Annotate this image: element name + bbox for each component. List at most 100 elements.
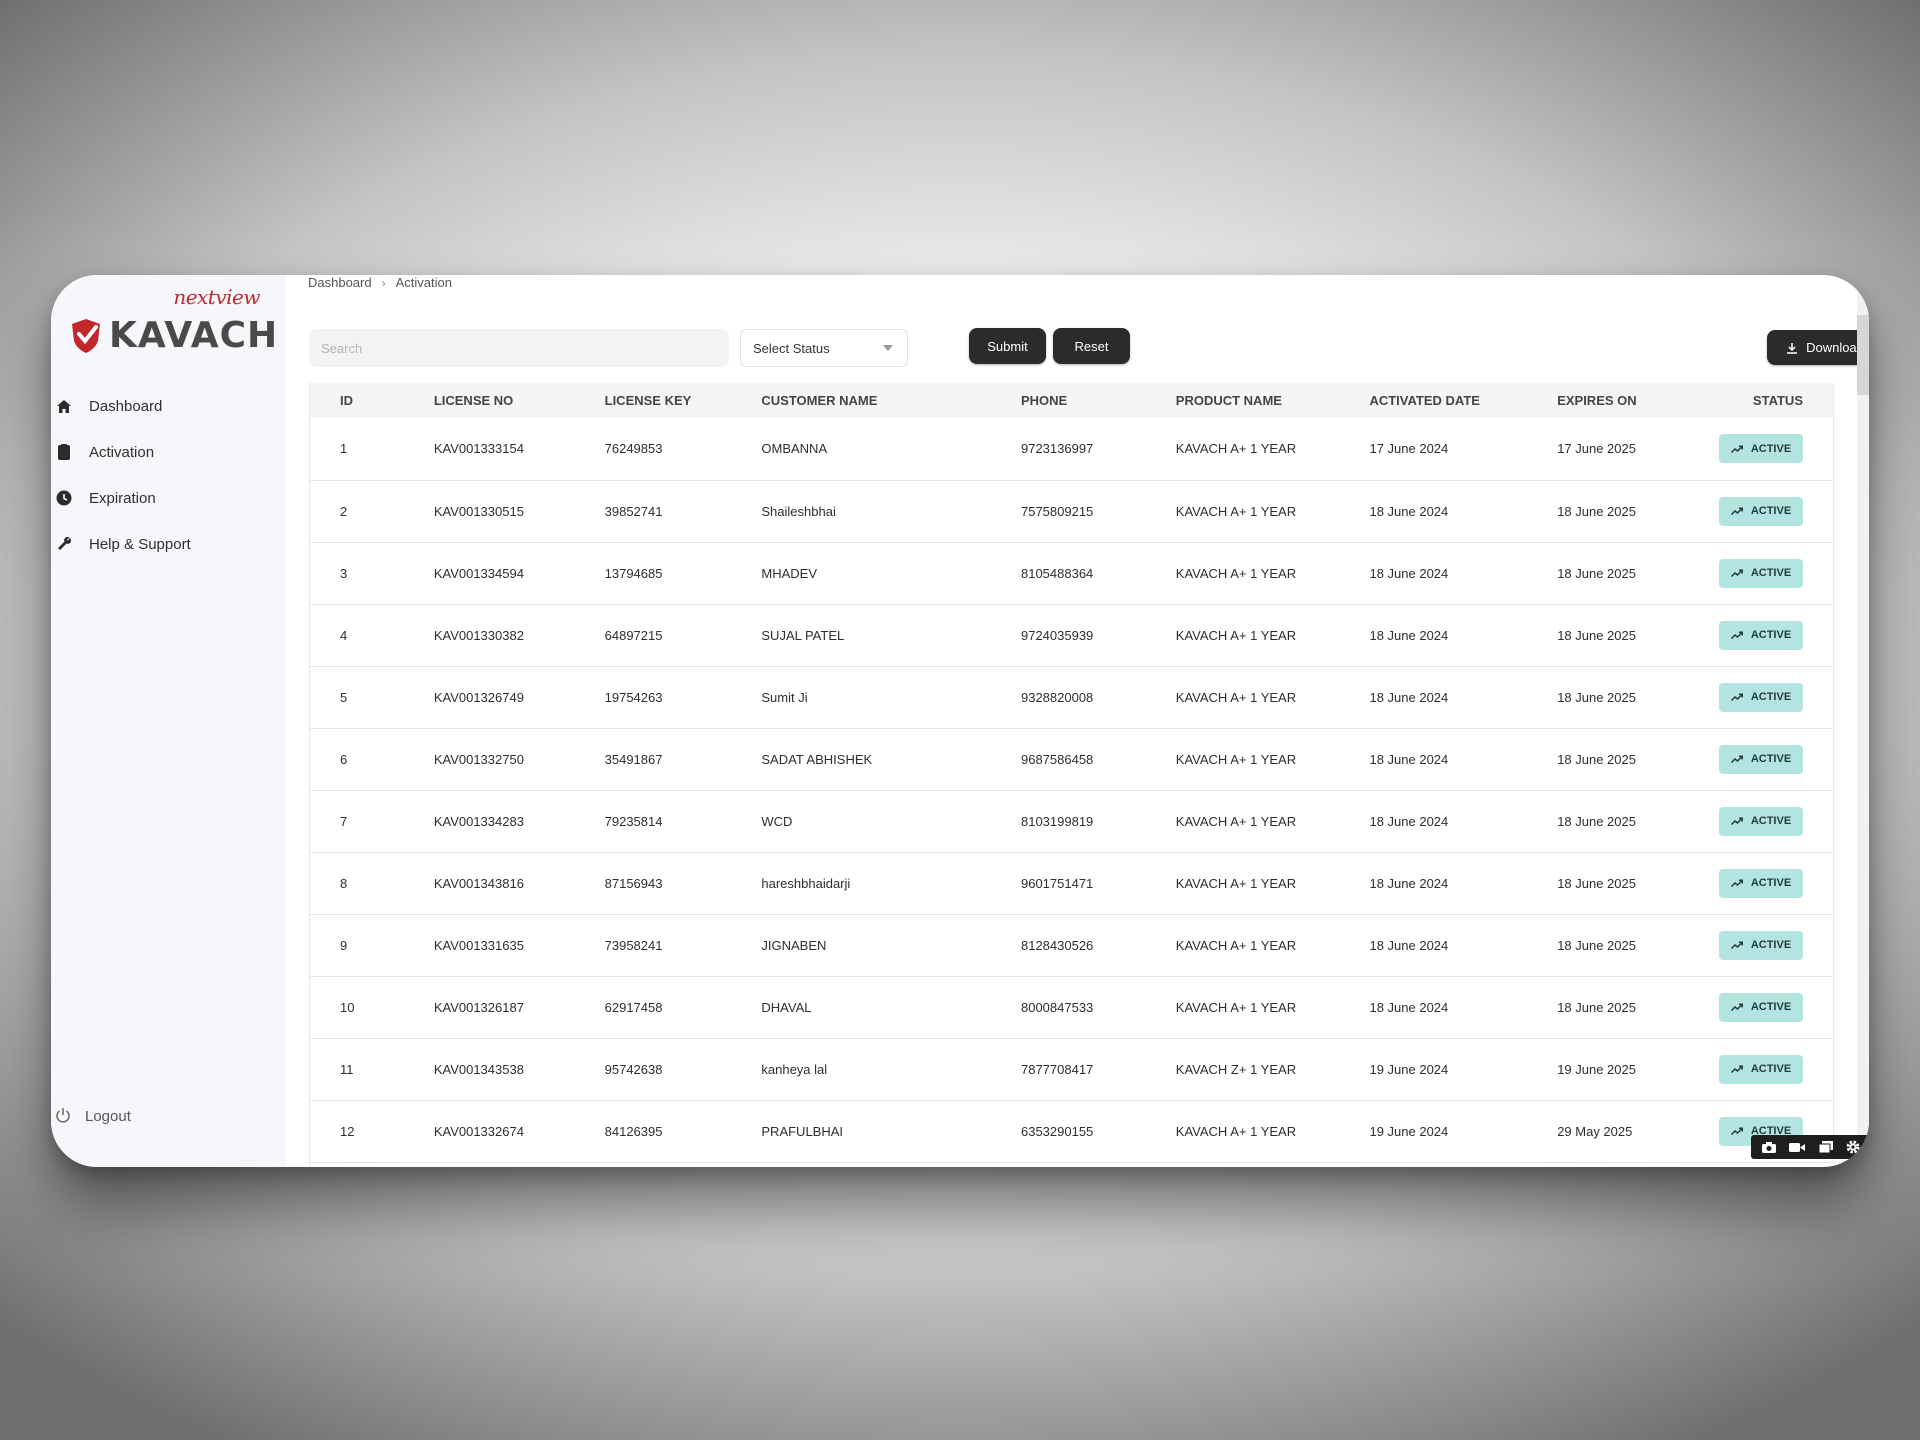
cell-license-no: KAV001330515 bbox=[433, 503, 524, 519]
submit-button[interactable]: Submit bbox=[969, 328, 1046, 364]
search-input[interactable] bbox=[309, 329, 729, 367]
status-badge[interactable]: ACTIVE bbox=[1719, 682, 1803, 712]
gear-icon[interactable] bbox=[1846, 1140, 1860, 1154]
table-row[interactable]: 4 KAV001330382 64897215 SUJAL PATEL 97240359… bbox=[310, 604, 1833, 666]
column-header-activated-date[interactable]: ACTIVATED DATE bbox=[1368, 383, 1556, 418]
status-badge[interactable]: ACTIVE bbox=[1719, 496, 1803, 526]
status-badge[interactable]: ACTIVE bbox=[1719, 868, 1803, 898]
sidebar-item-activation[interactable]: Activation bbox=[55, 429, 191, 475]
cell-phone: 8105488364 bbox=[1020, 565, 1094, 581]
trending-up-icon bbox=[1730, 631, 1743, 639]
table-row[interactable]: 8 KAV001343816 87156943 hareshbhaidarji 9601… bbox=[310, 852, 1833, 914]
cell-status: ACTIVE bbox=[1718, 852, 1833, 914]
cell-phone: 7877708417 bbox=[1020, 1061, 1094, 1077]
status-badge-label: ACTIVE bbox=[1750, 877, 1792, 889]
table-row[interactable]: 2 KAV001330515 39852741 Shaileshbhai 7575809… bbox=[310, 480, 1833, 542]
reset-button[interactable]: Reset bbox=[1053, 328, 1130, 364]
table-row[interactable]: 11 KAV001343538 95742638 kanheya lal 7877708… bbox=[310, 1038, 1833, 1100]
cell-phone: 9723136997 bbox=[1020, 441, 1094, 457]
camera-icon[interactable] bbox=[1761, 1141, 1776, 1153]
column-header-license-key[interactable]: LICENSE KEY bbox=[604, 383, 761, 418]
sidebar-item-dashboard[interactable]: Dashboard bbox=[55, 383, 191, 429]
cell-license-no: KAV001326187 bbox=[433, 999, 524, 1015]
breadcrumb-root[interactable]: Dashboard bbox=[308, 275, 372, 290]
table-row[interactable]: 7 KAV001334283 79235814 WCD 8103199819 KAVACH… bbox=[310, 790, 1833, 852]
table-row[interactable]: 12 KAV001332674 84126395 PRAFULBHAI 63532901… bbox=[310, 1100, 1833, 1162]
window-icon[interactable] bbox=[1818, 1141, 1833, 1153]
sidebar-item-expiration[interactable]: Expiration bbox=[55, 475, 191, 521]
wrench-icon bbox=[55, 535, 73, 553]
cell-status: ACTIVE bbox=[1718, 976, 1833, 1038]
status-badge[interactable]: ACTIVE bbox=[1719, 1054, 1803, 1084]
page-scrollbar[interactable] bbox=[1857, 275, 1869, 1167]
brand-main-text: KAVACH bbox=[109, 315, 279, 356]
cell-activated-date: 18 June 2024 bbox=[1369, 689, 1449, 705]
cell-activated-date: 18 June 2024 bbox=[1369, 751, 1449, 767]
table-row[interactable]: 1 KAV001333154 76249853 OMBANNA 9723136997 KA… bbox=[310, 418, 1833, 480]
cell-id: 5 bbox=[340, 689, 348, 705]
status-badge[interactable]: ACTIVE bbox=[1719, 930, 1803, 960]
cell-id: 11 bbox=[340, 1061, 354, 1077]
trending-up-icon bbox=[1730, 941, 1743, 949]
scrollbar-thumb[interactable] bbox=[1857, 315, 1869, 395]
table-row[interactable]: 10 KAV001326187 62917458 DHAVAL 8000847533 KA… bbox=[310, 976, 1833, 1038]
trending-up-icon bbox=[1730, 1003, 1743, 1011]
trending-up-icon bbox=[1730, 879, 1743, 887]
status-select[interactable]: Select Status bbox=[740, 329, 908, 367]
cell-expires-on: 18 June 2025 bbox=[1557, 503, 1636, 519]
cell-id: 10 bbox=[340, 999, 355, 1015]
cell-license-no: KAV001326749 bbox=[433, 689, 524, 705]
column-header-product-name[interactable]: PRODUCT NAME bbox=[1175, 383, 1369, 418]
cell-activated-date: 18 June 2024 bbox=[1369, 875, 1449, 891]
cell-expires-on: 18 June 2025 bbox=[1557, 875, 1636, 891]
video-icon[interactable] bbox=[1789, 1142, 1806, 1153]
cell-customer-name: SUJAL PATEL bbox=[761, 627, 845, 643]
cell-id: 12 bbox=[340, 1123, 355, 1139]
cell-license-key: 95742638 bbox=[604, 1061, 663, 1077]
status-badge[interactable]: ACTIVE bbox=[1719, 992, 1803, 1022]
logout-button[interactable]: Logout bbox=[55, 1107, 131, 1125]
table-row[interactable]: 5 KAV001326749 19754263 Sumit Ji 9328820008 K… bbox=[310, 666, 1833, 728]
brand-logo[interactable]: nextview KAVACH bbox=[69, 285, 277, 365]
cell-product-name: KAVACH A+ 1 YEAR bbox=[1175, 875, 1297, 891]
table-row[interactable]: 9 KAV001331635 73958241 JIGNABEN 8128430526 K… bbox=[310, 914, 1833, 976]
cell-expires-on: 18 June 2025 bbox=[1557, 937, 1636, 953]
trending-up-icon bbox=[1730, 507, 1743, 515]
sidebar-item-label: Expiration bbox=[89, 489, 156, 507]
status-badge[interactable]: ACTIVE bbox=[1719, 558, 1803, 588]
clock-icon bbox=[55, 489, 73, 507]
cell-product-name: KAVACH A+ 1 YEAR bbox=[1175, 937, 1297, 953]
cell-license-key: 84126395 bbox=[604, 1123, 663, 1139]
main-content: Dashboard › Activation Select Status Sub… bbox=[308, 275, 1869, 1167]
cell-status: ACTIVE bbox=[1718, 1038, 1833, 1100]
app-window: nextview KAVACH Dashboard Activation Exp… bbox=[51, 275, 1869, 1167]
column-header-id[interactable]: ID bbox=[310, 383, 433, 418]
status-select-value: Select Status bbox=[753, 340, 830, 356]
cell-expires-on: 18 June 2025 bbox=[1557, 999, 1636, 1015]
column-header-license-no[interactable]: LICENSE NO bbox=[433, 383, 604, 418]
cell-status: ACTIVE bbox=[1718, 666, 1833, 728]
cell-license-key: 62917458 bbox=[604, 999, 663, 1015]
status-badge[interactable]: ACTIVE bbox=[1719, 620, 1803, 650]
column-header-expires-on[interactable]: EXPIRES ON bbox=[1556, 383, 1718, 418]
download-button[interactable]: Download bbox=[1767, 330, 1869, 365]
table-row[interactable]: 6 KAV001332750 35491867 SADAT ABHISHEK 96875… bbox=[310, 728, 1833, 790]
column-header-phone[interactable]: PHONE bbox=[1020, 383, 1175, 418]
cell-expires-on: 18 June 2025 bbox=[1557, 689, 1636, 705]
status-badge[interactable]: ACTIVE bbox=[1719, 806, 1803, 836]
sidebar-item-help-support[interactable]: Help & Support bbox=[55, 521, 191, 567]
cell-license-no: KAV001333154 bbox=[433, 441, 524, 457]
cell-product-name: KAVACH A+ 1 YEAR bbox=[1175, 999, 1297, 1015]
column-header-status[interactable]: STATUS bbox=[1718, 383, 1833, 418]
cell-customer-name: OMBANNA bbox=[761, 441, 828, 457]
cell-expires-on: 18 June 2025 bbox=[1557, 627, 1636, 643]
status-badge-label: ACTIVE bbox=[1750, 629, 1792, 641]
cell-id: 2 bbox=[340, 503, 348, 519]
sidebar-nav: Dashboard Activation Expiration Help & S… bbox=[55, 383, 191, 567]
column-header-customer-name[interactable]: CUSTOMER NAME bbox=[760, 383, 1020, 418]
status-badge[interactable]: ACTIVE bbox=[1719, 744, 1803, 774]
status-badge[interactable]: ACTIVE bbox=[1719, 434, 1803, 464]
table-row[interactable]: 3 KAV001334594 13794685 MHADEV 8105488364 KAV… bbox=[310, 542, 1833, 604]
cell-activated-date: 18 June 2024 bbox=[1369, 627, 1449, 643]
table-header-row: ID LICENSE NO LICENSE KEY CUSTOMER NAME … bbox=[310, 383, 1833, 418]
